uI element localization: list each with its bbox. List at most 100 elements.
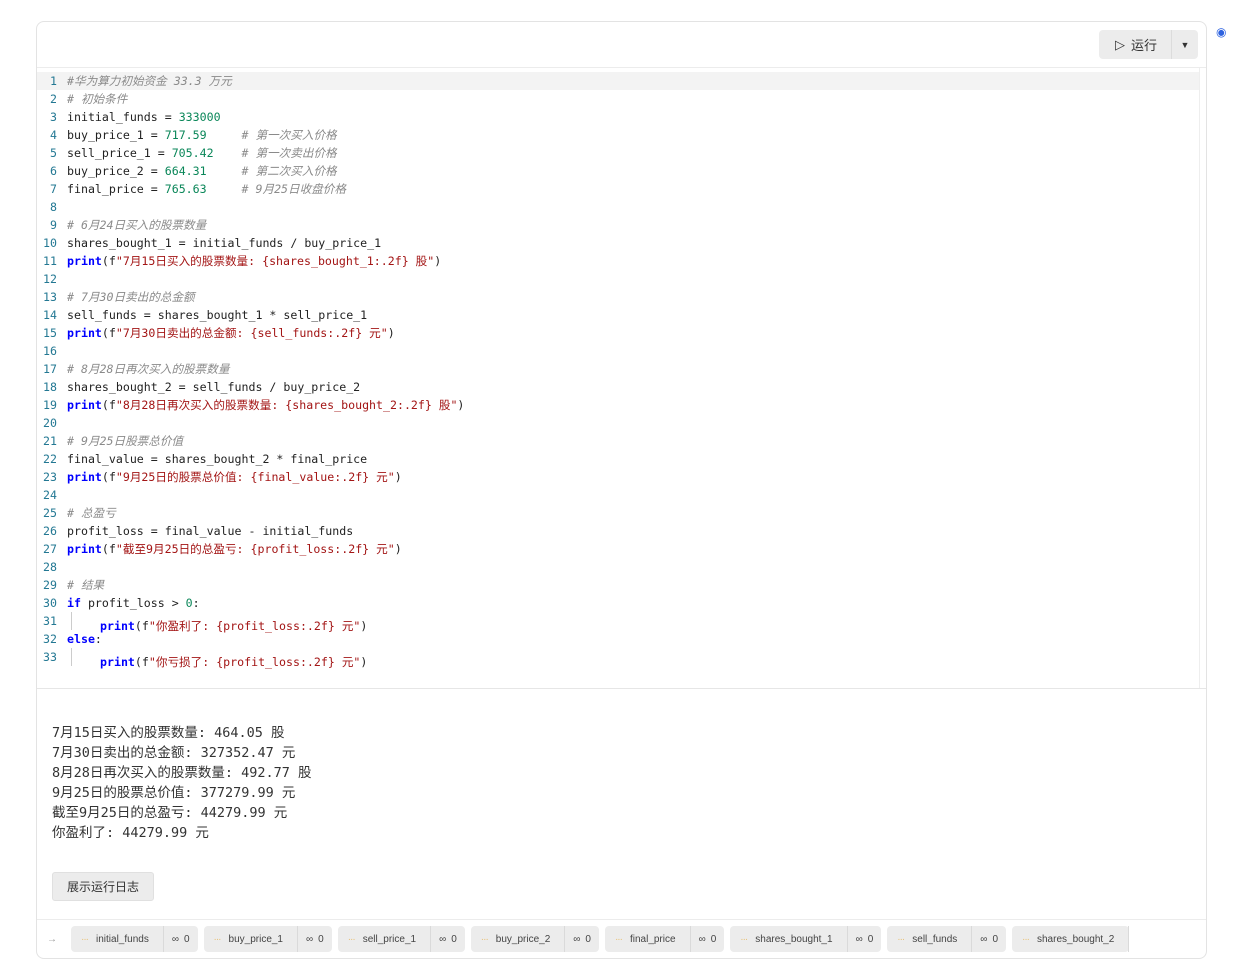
eye-icon[interactable]: ◉	[1216, 25, 1226, 39]
code-token: print	[67, 326, 102, 340]
code-token: buy_price_1 =	[67, 128, 165, 142]
code-line: 29 # 结果	[37, 576, 1200, 594]
code-token: :	[94, 632, 102, 646]
variable-refs[interactable]: ∞ 0	[691, 934, 725, 945]
ellipsis-icon: ···	[1022, 933, 1030, 945]
code-line: 8	[37, 198, 1200, 216]
variable-chip[interactable]: ··· shares_bought_2	[1012, 926, 1130, 952]
code-line: 14 sell_funds = shares_bought_1 * sell_pr…	[37, 306, 1200, 324]
variable-label: buy_price_2	[495, 933, 551, 945]
run-dropdown-button[interactable]: ▼	[1172, 30, 1198, 59]
code-token: "截至9月25日的总盈亏: {profit_loss:.2f} 元"	[115, 542, 395, 556]
link-icon: ∞	[573, 933, 581, 945]
show-log-button[interactable]: 展示运行日志	[52, 872, 155, 901]
code-token: (f	[134, 619, 149, 633]
code-token: shares_bought_1 = initial_funds / buy_pr…	[67, 236, 382, 250]
code-line: 13 # 7月30日卖出的总金额	[37, 288, 1200, 306]
code-line: 19 print(f"8月28日再次买入的股票数量: {shares_bought…	[37, 396, 1200, 414]
code-token: (f	[101, 254, 116, 268]
code-text: print(f"9月25日的股票总价值: {final_value:.2f} 元…	[61, 468, 402, 486]
ref-count: 0	[318, 933, 324, 945]
code-text: #华为算力初始资金 33.3 万元	[61, 72, 232, 90]
variable-name[interactable]: ··· buy_price_1	[204, 926, 298, 952]
line-number: 30	[43, 596, 57, 610]
variable-name[interactable]: ··· sell_funds	[887, 926, 973, 952]
code-token: (f	[134, 655, 149, 669]
ellipsis-icon: ···	[480, 933, 489, 945]
code-token: # 第一次卖出价格	[241, 146, 337, 160]
code-line: 1 #华为算力初始资金 33.3 万元	[37, 72, 1200, 90]
code-token: # 7月30日卖出的总金额	[67, 290, 195, 304]
variable-refs[interactable]: ∞ 0	[164, 934, 198, 945]
variable-chip[interactable]: ··· initial_funds ∞ 0	[71, 926, 198, 952]
line-number: 5	[50, 146, 57, 160]
line-number: 3	[50, 110, 57, 124]
code-text: shares_bought_2 = sell_funds / buy_price…	[61, 378, 360, 396]
line-number: 25	[43, 506, 57, 520]
editor-scrollbar[interactable]	[1199, 68, 1206, 688]
code-line: 24	[37, 486, 1200, 504]
variable-name[interactable]: ··· sell_price_1	[338, 926, 432, 952]
variable-label: sell_price_1	[362, 933, 417, 945]
code-token: )	[387, 326, 395, 340]
line-number: 1	[50, 74, 57, 88]
variable-name[interactable]: ··· buy_price_2	[471, 926, 566, 952]
variable-chip[interactable]: ··· sell_price_1 ∞ 0	[337, 926, 465, 952]
code-token: # 9月25日股票总价值	[67, 434, 184, 448]
code-token: print	[100, 619, 135, 633]
code-token: (f	[101, 398, 116, 412]
line-number: 28	[43, 560, 57, 574]
variable-name[interactable]: ··· shares_bought_2	[1012, 926, 1130, 952]
ellipsis-icon: ···	[740, 933, 748, 945]
variable-chip[interactable]: ··· shares_bought_1 ∞ 0	[730, 926, 882, 952]
code-editor[interactable]: 1 #华为算力初始资金 33.3 万元 2 # 初始条件 3 initial_funds …	[37, 72, 1200, 669]
variable-refs[interactable]: ∞ 0	[431, 934, 465, 945]
code-text: if profit_loss > 0:	[61, 594, 200, 612]
caret-down-icon: ▼	[1180, 39, 1190, 50]
variable-chip[interactable]: ··· buy_price_2 ∞ 0	[470, 926, 599, 952]
code-line: 33 print(f"你亏损了: {profit_loss:.2f} 元")	[37, 648, 1200, 669]
code-token: "你亏损了: {profit_loss:.2f} 元"	[148, 655, 361, 669]
variable-name[interactable]: ··· initial_funds	[71, 926, 164, 952]
variable-name[interactable]: ··· shares_bought_1	[730, 926, 848, 952]
code-token: print	[67, 470, 102, 484]
variable-refs[interactable]: ∞ 0	[972, 934, 1006, 945]
variable-refs[interactable]: ∞ 0	[298, 934, 332, 945]
ellipsis-icon: ···	[81, 933, 89, 945]
arrow-right-icon: →	[47, 933, 57, 945]
link-icon: ∞	[698, 933, 706, 945]
code-line: 27 print(f"截至9月25日的总盈亏: {profit_loss:.2f}…	[37, 540, 1200, 558]
ellipsis-icon: ···	[347, 933, 356, 945]
line-number: 20	[43, 416, 57, 430]
code-token: # 第二次买入价格	[241, 164, 337, 178]
code-token: print	[100, 655, 135, 669]
variable-chip[interactable]: ··· buy_price_1 ∞ 0	[203, 926, 332, 952]
code-token: # 第一次买入价格	[241, 128, 337, 142]
code-line: 12	[37, 270, 1200, 288]
indent-guide	[71, 612, 100, 630]
variable-chip[interactable]: ··· final_price ∞ 0	[604, 926, 725, 952]
run-button[interactable]: ▷ 运行	[1099, 30, 1172, 59]
code-text: # 总盈亏	[61, 504, 116, 522]
code-token: )	[434, 254, 442, 268]
code-token: if	[67, 596, 81, 610]
line-number: 4	[50, 128, 57, 142]
variable-chip[interactable]: ··· sell_funds ∞ 0	[887, 926, 1006, 952]
line-number: 19	[43, 398, 57, 412]
ellipsis-icon: ···	[614, 933, 623, 945]
variable-name[interactable]: ··· final_price	[605, 926, 691, 952]
line-number: 29	[43, 578, 57, 592]
code-token: shares_bought_2 = sell_funds / buy_price…	[67, 380, 361, 394]
code-token: # 初始条件	[67, 92, 128, 106]
code-token: )	[360, 619, 368, 633]
variable-refs[interactable]: ∞ 0	[565, 934, 599, 945]
code-token: "7月30日卖出的总金额: {sell_funds:.2f} 元"	[115, 326, 388, 340]
code-token: (f	[101, 542, 116, 556]
code-token: 717.59	[164, 128, 207, 142]
run-button-group: ▷ 运行 ▼	[1098, 30, 1198, 59]
code-text: sell_funds = shares_bought_1 * sell_pric…	[61, 306, 367, 324]
variable-refs[interactable]: ∞ 0	[848, 934, 882, 945]
